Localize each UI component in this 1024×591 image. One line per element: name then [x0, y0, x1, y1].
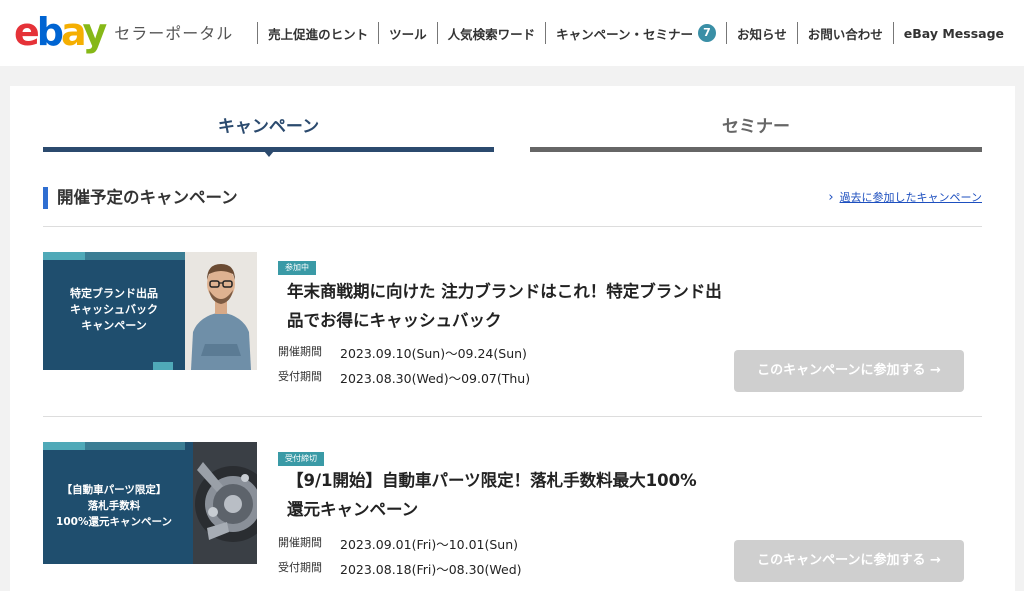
- nav-label: キャンペーン・セミナー: [556, 26, 693, 42]
- nav-sales-tips[interactable]: 売上促進のヒント: [257, 22, 378, 44]
- banner-text: 【自動車パーツ限定】 落札手数料 100%還元キャンペーン: [56, 484, 172, 528]
- ebay-logo[interactable]: ebay セラーポータル: [14, 12, 233, 52]
- campaign-title[interactable]: 年末商戦期に向けた 注力ブランドはこれ！特定ブランド出品でお得にキャッシュバック: [287, 277, 737, 335]
- campaign-banner-image[interactable]: 特定ブランド出品 キャッシュバック キャンペーン: [43, 252, 257, 370]
- nav-label: お知らせ: [737, 26, 787, 42]
- banner-decoration: [153, 362, 173, 370]
- portal-subtitle: セラーポータル: [114, 24, 234, 43]
- nav-contact[interactable]: お問い合わせ: [796, 22, 893, 44]
- nav-label: ツール: [389, 26, 427, 42]
- site-header: ebay セラーポータル 売上促進のヒント ツール 人気検索ワード キャンペーン…: [0, 0, 1024, 66]
- businessman-photo: [185, 252, 257, 370]
- nav-label: お問い合わせ: [807, 26, 883, 42]
- nav-label: 人気検索ワード: [447, 26, 536, 42]
- period-label: 開催期間: [278, 345, 322, 358]
- nav-campaign-seminar[interactable]: キャンペーン・セミナー 7: [545, 22, 726, 44]
- banner-decoration: [85, 252, 185, 260]
- event-period: 開催期間 2023.09.01(Fri)〜10.01(Sun): [278, 534, 518, 553]
- nav-tools[interactable]: ツール: [378, 22, 437, 44]
- banner-decoration: [43, 252, 85, 260]
- divider: [43, 416, 982, 417]
- join-campaign-button[interactable]: このキャンペーンに参加する →: [734, 540, 964, 582]
- period-label: 開催期間: [278, 536, 322, 549]
- status-badge: 受付締切: [278, 452, 324, 466]
- banner-decoration: [85, 442, 185, 450]
- section-title: 開催予定のキャンペーン: [43, 187, 238, 209]
- accept-period: 受付期間 2023.08.30(Wed)〜09.07(Thu): [278, 368, 530, 387]
- active-tab-caret-icon: [264, 151, 274, 157]
- period-value: 2023.09.10(Sun)〜09.24(Sun): [340, 346, 527, 361]
- banner-text: 特定ブランド出品 キャッシュバック キャンペーン: [70, 287, 158, 332]
- global-nav: 売上促進のヒント ツール 人気検索ワード キャンペーン・セミナー 7 お知らせ お…: [257, 22, 1014, 44]
- period-value: 2023.08.30(Wed)〜09.07(Thu): [340, 371, 531, 386]
- period-label: 受付期間: [278, 370, 322, 383]
- period-value: 2023.08.18(Fri)〜08.30(Wed): [340, 562, 522, 577]
- tab-label: セミナー: [722, 117, 790, 137]
- motorcycle-parts-photo: [193, 442, 257, 564]
- event-period: 開催期間 2023.09.10(Sun)〜09.24(Sun): [278, 343, 527, 362]
- nav-news[interactable]: お知らせ: [726, 22, 797, 44]
- accept-period: 受付期間 2023.08.18(Fri)〜08.30(Wed): [278, 559, 522, 578]
- ebay-logo-wordmark: ebay: [14, 10, 107, 54]
- nav-ebay-message[interactable]: eBay Message: [892, 22, 1014, 44]
- tab-label: キャンペーン: [217, 117, 320, 137]
- main-panel: キャンペーン セミナー 開催予定のキャンペーン › 過去に参加したキャンペーン 特…: [10, 86, 1015, 591]
- tab-campaign[interactable]: キャンペーン: [43, 112, 494, 157]
- campaign-banner-image[interactable]: 【自動車パーツ限定】 落札手数料 100%還元キャンペーン: [43, 442, 257, 564]
- nav-label: 売上促進のヒント: [268, 26, 369, 42]
- banner-decoration: [43, 442, 85, 450]
- nav-label: eBay Message: [903, 25, 1004, 41]
- past-link-label: 過去に参加したキャンペーン: [839, 191, 982, 204]
- period-label: 受付期間: [278, 561, 322, 574]
- status-badge: 参加中: [278, 261, 316, 275]
- count-badge: 7: [698, 24, 716, 42]
- past-campaigns-link[interactable]: › 過去に参加したキャンペーン: [828, 189, 982, 205]
- divider: [43, 226, 982, 227]
- tab-seminar[interactable]: セミナー: [530, 112, 982, 152]
- campaign-title[interactable]: 【9/1開始】自動車パーツ限定！落札手数料最大100%還元キャンペーン: [287, 466, 707, 524]
- chevron-right-icon: ›: [828, 190, 834, 205]
- join-campaign-button[interactable]: このキャンペーンに参加する →: [734, 350, 964, 392]
- period-value: 2023.09.01(Fri)〜10.01(Sun): [340, 537, 519, 552]
- nav-popular-keywords[interactable]: 人気検索ワード: [436, 22, 546, 44]
